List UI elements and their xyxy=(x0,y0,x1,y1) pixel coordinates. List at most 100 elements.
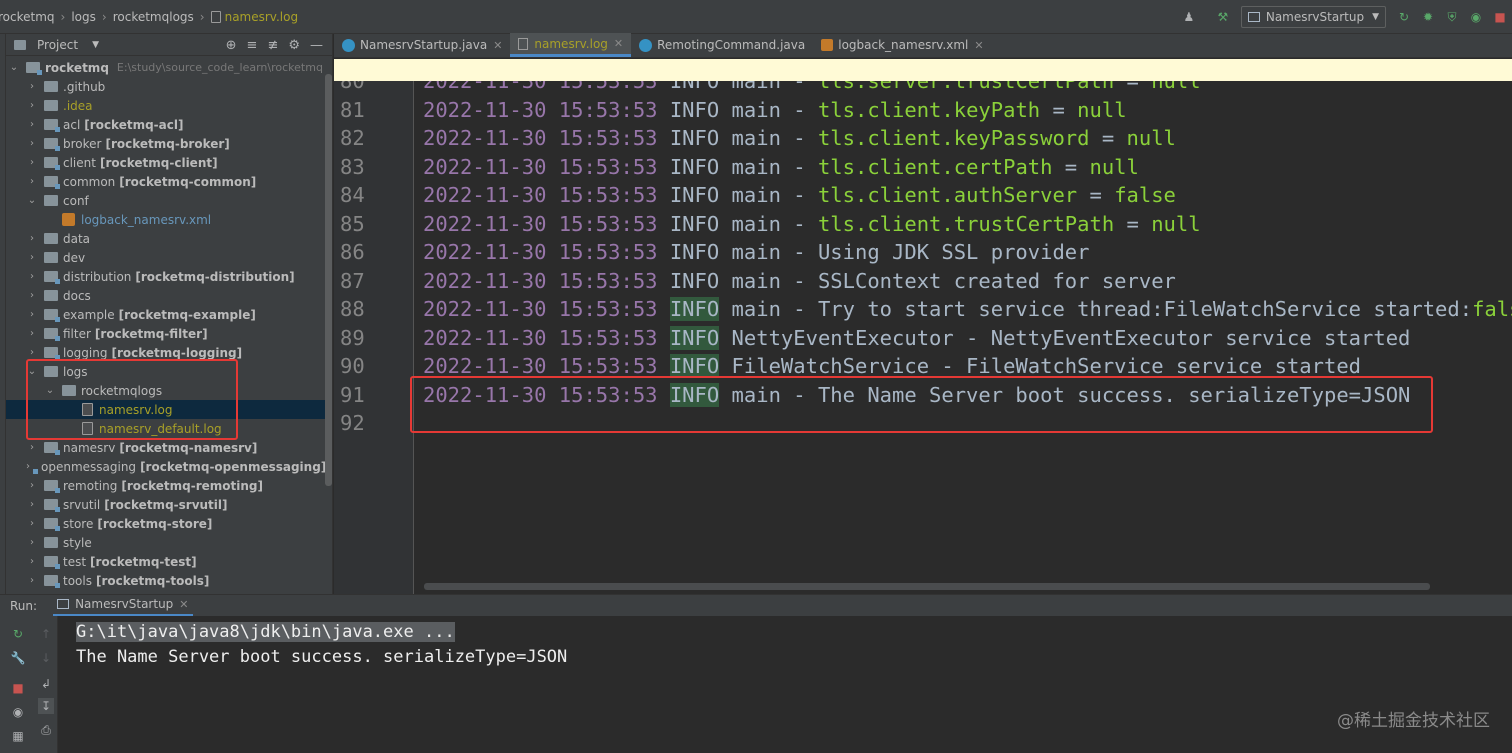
tree-item-logback-xml[interactable]: logback_namesrv.xml xyxy=(6,210,326,229)
collapse-all-icon[interactable]: ≢ xyxy=(267,38,278,53)
close-icon[interactable]: ✕ xyxy=(179,598,188,611)
breadcrumb-item-logs[interactable]: logs xyxy=(71,10,96,24)
breadcrumb-item-rocketmq[interactable]: rocketmq xyxy=(0,10,55,24)
chevron-right-icon[interactable]: › xyxy=(26,537,38,548)
project-scrollbar[interactable] xyxy=(325,74,332,486)
chevron-right-icon[interactable]: › xyxy=(26,480,38,491)
tree-item-common[interactable]: › common [rocketmq-common] xyxy=(6,172,326,191)
camera-icon[interactable]: ◉ xyxy=(10,704,26,720)
log-level: INFO xyxy=(669,325,720,350)
chevron-right-icon[interactable]: › xyxy=(26,81,38,92)
chevron-right-icon[interactable]: › xyxy=(26,138,38,149)
gear-icon[interactable]: ⚙ xyxy=(288,38,300,53)
profiler-icon[interactable]: ◉ xyxy=(1468,9,1484,25)
expand-all-icon[interactable]: ≡ xyxy=(247,38,258,53)
coverage-shield-icon[interactable]: ⛨ xyxy=(1444,9,1460,25)
tree-item-logging[interactable]: › logging [rocketmq-logging] xyxy=(6,343,326,362)
stop-icon[interactable]: ■ xyxy=(1492,9,1508,25)
tree-item-openmessaging[interactable]: › openmessaging [rocketmq-openmessaging] xyxy=(6,457,326,476)
tree-item-namesrv-log[interactable]: namesrv.log xyxy=(6,400,326,419)
tree-item-docs[interactable]: › docs xyxy=(6,286,326,305)
rerun-icon[interactable]: ↻ xyxy=(1396,9,1412,25)
log-timestamp: 2022-11-30 15:53:53 xyxy=(423,126,658,151)
chevron-right-icon[interactable]: › xyxy=(26,309,38,320)
chevron-right-icon[interactable]: › xyxy=(26,271,38,282)
debug-bug-icon[interactable]: ✹ xyxy=(1420,9,1436,25)
chevron-right-icon[interactable]: › xyxy=(26,176,38,187)
layout-icon[interactable]: ▦ xyxy=(10,728,26,744)
stop-icon[interactable]: ■ xyxy=(10,680,26,696)
tree-item-data[interactable]: › data xyxy=(6,229,326,248)
soft-wrap-icon[interactable]: ↲ xyxy=(38,676,54,692)
chevron-right-icon[interactable]: › xyxy=(26,157,38,168)
chevron-down-icon[interactable]: ▼ xyxy=(92,40,99,50)
run-configuration-select[interactable]: NamesrvStartup ▼ xyxy=(1240,6,1386,28)
arrow-down-icon[interactable]: ↓ xyxy=(38,650,54,666)
chevron-down-icon[interactable]: ⌄ xyxy=(26,366,38,377)
tree-item-broker[interactable]: › broker [rocketmq-broker] xyxy=(6,134,326,153)
breadcrumb-item-rocketmqlogs[interactable]: rocketmqlogs xyxy=(113,10,194,24)
tree-item-store[interactable]: › store [rocketmq-store] xyxy=(6,514,326,533)
tree-item-remoting[interactable]: › remoting [rocketmq-remoting] xyxy=(6,476,326,495)
tree-item-rocketmqlogs[interactable]: ⌄ rocketmqlogs xyxy=(6,381,326,400)
chevron-down-icon[interactable]: ⌄ xyxy=(8,62,20,73)
breadcrumb-item-file[interactable]: namesrv.log xyxy=(225,10,299,24)
chevron-right-icon[interactable]: › xyxy=(26,119,38,130)
tree-item-client[interactable]: › client [rocketmq-client] xyxy=(6,153,326,172)
chevron-down-icon[interactable]: ⌄ xyxy=(26,195,38,206)
tree-item-srvutil[interactable]: › srvutil [rocketmq-srvutil] xyxy=(6,495,326,514)
chevron-right-icon[interactable]: › xyxy=(26,575,38,586)
chevron-right-icon[interactable]: › xyxy=(26,252,38,263)
chevron-right-icon[interactable]: › xyxy=(26,499,38,510)
tab-namesrv-log[interactable]: namesrv.log ✕ xyxy=(510,33,632,57)
tree-item-github[interactable]: › .github xyxy=(6,77,326,96)
chevron-right-icon: › xyxy=(101,9,107,24)
tree-item-test[interactable]: › test [rocketmq-test] xyxy=(6,552,326,571)
chevron-right-icon[interactable]: › xyxy=(26,328,38,339)
tab-namesrvstartup-java[interactable]: NamesrvStartup.java ✕ xyxy=(334,33,510,57)
tree-item-namesrv[interactable]: › namesrv [rocketmq-namesrv] xyxy=(6,438,326,457)
chevron-right-icon[interactable]: › xyxy=(26,518,38,529)
rerun-icon[interactable]: ↻ xyxy=(10,626,26,642)
tree-item-acl[interactable]: › acl [rocketmq-acl] xyxy=(6,115,326,134)
tab-logback-xml[interactable]: logback_namesrv.xml ✕ xyxy=(813,33,991,57)
chevron-right-icon[interactable]: › xyxy=(26,290,38,301)
console-output[interactable]: G:\it\java\java8\jdk\bin\java.exe ... Th… xyxy=(58,616,1512,753)
editor[interactable]: 80 2022-11-30 15:53:53 INFO main - tls.se… xyxy=(334,81,1512,594)
chevron-down-icon[interactable]: ⌄ xyxy=(44,385,56,396)
tree-item-namesrv-default-log[interactable]: namesrv_default.log xyxy=(6,419,326,438)
chevron-right-icon[interactable]: › xyxy=(26,461,30,472)
tree-item-rocketmq[interactable]: ⌄ rocketmq E:\study\source_code_learn\ro… xyxy=(6,58,326,77)
close-icon[interactable]: ✕ xyxy=(974,39,983,52)
print-icon[interactable]: ⎙ xyxy=(38,722,54,738)
hide-minus-icon[interactable]: — xyxy=(310,38,323,53)
locate-crosshair-icon[interactable]: ⊕ xyxy=(226,38,237,53)
chevron-right-icon[interactable]: › xyxy=(26,442,38,453)
close-icon[interactable]: ✕ xyxy=(493,39,502,52)
user-icon[interactable]: ♟ xyxy=(1181,9,1197,25)
chevron-right-icon[interactable]: › xyxy=(26,556,38,567)
tab-remotingcommand-java[interactable]: RemotingCommand.java xyxy=(631,33,813,57)
scroll-to-end-icon[interactable]: ↧ xyxy=(38,698,54,714)
chevron-right-icon[interactable]: › xyxy=(26,347,38,358)
tree-item-tools[interactable]: › tools [rocketmq-tools] xyxy=(6,571,326,590)
editor-horizontal-scrollbar[interactable] xyxy=(424,583,1430,590)
tree-item-example[interactable]: › example [rocketmq-example] xyxy=(6,305,326,324)
tree-item-filter[interactable]: › filter [rocketmq-filter] xyxy=(6,324,326,343)
tree-item-idea[interactable]: › .idea xyxy=(6,96,326,115)
tree-item-distribution[interactable]: › distribution [rocketmq-distribution] xyxy=(6,267,326,286)
arrow-up-icon[interactable]: ↑ xyxy=(38,626,54,642)
line-number: 82 xyxy=(340,126,365,151)
module-folder-icon xyxy=(44,347,60,360)
build-hammer-icon[interactable]: ⚒ xyxy=(1215,9,1231,25)
project-view-selector[interactable]: Project xyxy=(37,38,78,52)
run-tab-namesrvstartup[interactable]: NamesrvStartup ✕ xyxy=(53,595,193,617)
tree-item-conf[interactable]: ⌄ conf xyxy=(6,191,326,210)
chevron-right-icon[interactable]: › xyxy=(26,100,38,111)
chevron-right-icon[interactable]: › xyxy=(26,233,38,244)
wrench-icon[interactable]: 🔧 xyxy=(10,650,26,666)
close-icon[interactable]: ✕ xyxy=(614,37,623,50)
tree-item-dev[interactable]: › dev xyxy=(6,248,326,267)
tree-item-logs[interactable]: ⌄ logs xyxy=(6,362,326,381)
tree-item-style[interactable]: › style xyxy=(6,533,326,552)
